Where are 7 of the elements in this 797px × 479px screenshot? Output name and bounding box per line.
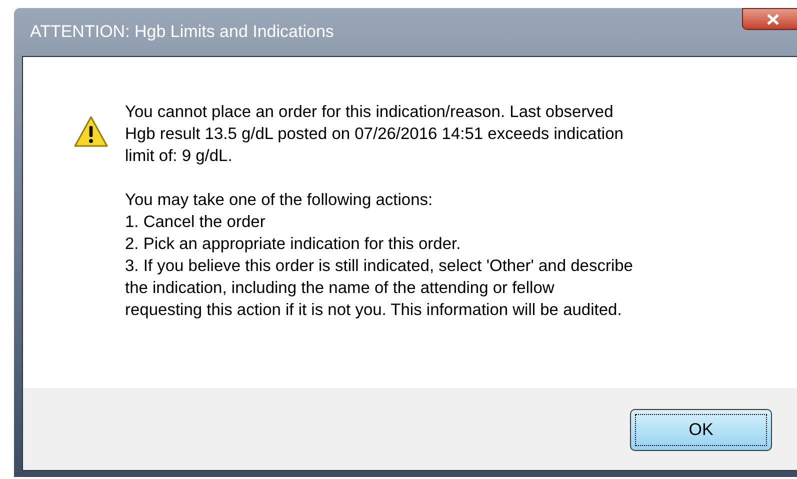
window-title: ATTENTION: Hgb Limits and Indications <box>29 21 334 44</box>
close-icon <box>767 14 779 24</box>
message-text: You cannot place an order for this indication/reason. Last observed Hgb result 13.5 g/dL posted on 07/26/2016 14:51 exceeds indication limit of: 9 g/dL. <box>125 102 624 167</box>
close-button[interactable] <box>742 8 797 30</box>
warning-icon <box>73 115 109 148</box>
message-text: You may take one of the following actions: 1. Cancel the order 2. Pick an appropriate indication for this order. 3. If you believe this order is still indicated, select 'Other' and describe the indication, including the name of the attending or fellow requesting this action if it is not you. This information will be audited. <box>125 190 633 321</box>
ok-button[interactable]: OK <box>630 409 772 451</box>
